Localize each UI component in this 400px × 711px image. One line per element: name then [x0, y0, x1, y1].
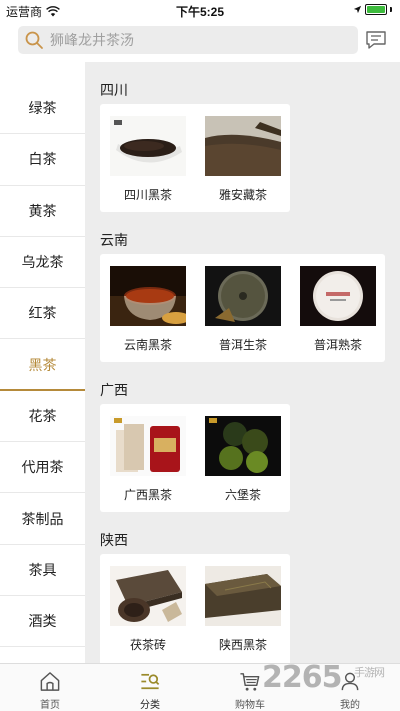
product-item[interactable]: 云南黑茶 — [110, 266, 186, 353]
section-title-guangxi: 广西 — [100, 382, 128, 398]
tab-label: 分类 — [140, 700, 160, 711]
product-item[interactable]: 六堡茶 — [205, 416, 281, 503]
product-panel: 四川 四川黑茶 雅安藏茶 云南 云南黑茶 普洱生茶 普洱熟茶 广西 广西黑茶 六… — [85, 62, 400, 663]
product-item[interactable]: 雅安藏茶 — [205, 116, 281, 203]
sidebar-item-dark-tea[interactable]: 黑茶 — [0, 339, 85, 392]
section-card-shaanxi: 茯茶砖 陕西黑茶 — [100, 554, 290, 663]
tab-label: 我的 — [340, 700, 360, 711]
section-title-yunnan: 云南 — [100, 232, 128, 248]
liubao-tea-image — [205, 416, 281, 476]
puer-cake-wrapped-image — [300, 266, 376, 326]
tab-label: 购物车 — [235, 700, 265, 711]
tea-brick-image — [110, 566, 186, 626]
search-bar[interactable] — [18, 26, 358, 54]
message-icon[interactable] — [365, 29, 387, 51]
product-item[interactable]: 陕西黑茶 — [205, 566, 281, 653]
battery-cap — [390, 7, 392, 12]
sidebar-item-substitute-tea[interactable]: 代用茶 — [0, 442, 85, 494]
section-title-sichuan: 四川 — [100, 82, 128, 98]
sidebar-item-flower-tea[interactable]: 花茶 — [0, 391, 85, 443]
product-item[interactable]: 茯茶砖 — [110, 566, 186, 653]
product-name: 雅安藏茶 — [218, 188, 267, 202]
sidebar-item-teaware[interactable]: 茶具 — [0, 545, 85, 596]
puer-cake-image — [205, 266, 281, 326]
product-item[interactable]: 普洱生茶 — [205, 266, 281, 353]
location-arrow-icon — [353, 5, 362, 14]
product-item[interactable]: 普洱熟茶 — [300, 266, 376, 353]
category-icon — [141, 673, 160, 690]
sidebar-item-green-tea[interactable]: 绿茶 — [0, 83, 85, 135]
product-name: 普洱熟茶 — [313, 338, 362, 352]
sidebar-item-oolong-tea[interactable]: 乌龙茶 — [0, 237, 85, 289]
product-item[interactable]: 四川黑茶 — [110, 116, 186, 203]
product-name: 六堡茶 — [224, 488, 261, 502]
watermark-text: 2265 — [262, 660, 342, 695]
status-time: 下午5:25 — [175, 5, 225, 19]
sidebar-item-white-tea[interactable]: 白茶 — [0, 134, 85, 186]
product-name: 陕西黑茶 — [218, 638, 267, 652]
status-bar: 运营商 下午5:25 — [0, 0, 400, 20]
section-card-sichuan: 四川黑茶 雅安藏茶 — [100, 104, 290, 212]
loose-tea-image — [205, 116, 281, 176]
cart-icon — [240, 673, 260, 691]
sidebar-item-black-tea[interactable]: 红茶 — [0, 288, 85, 340]
search-icon — [25, 31, 43, 49]
category-sidebar: 绿茶 白茶 黄茶 乌龙茶 红茶 黑茶 花茶 代用茶 茶制品 茶具 酒类 — [0, 83, 85, 663]
tab-label: 首页 — [40, 700, 60, 711]
section-card-guangxi: 广西黑茶 六堡茶 — [100, 404, 290, 512]
sidebar-item-tea-products[interactable]: 茶制品 — [0, 493, 85, 545]
product-name: 云南黑茶 — [123, 338, 172, 352]
tea-box-image — [110, 416, 186, 476]
product-name: 四川黑茶 — [123, 188, 172, 202]
sidebar-item-yellow-tea[interactable]: 黄茶 — [0, 186, 85, 237]
product-name: 广西黑茶 — [123, 488, 172, 502]
dark-tea-bowl-image — [110, 116, 186, 176]
section-card-yunnan: 云南黑茶 普洱生茶 普洱熟茶 — [100, 254, 385, 362]
status-right — [353, 4, 392, 15]
product-item[interactable]: 广西黑茶 — [110, 416, 186, 503]
tab-home[interactable]: 首页 — [0, 664, 100, 711]
product-name: 普洱生茶 — [218, 338, 267, 352]
product-name: 茯茶砖 — [129, 638, 166, 652]
sidebar-item-liquor[interactable]: 酒类 — [0, 596, 85, 648]
home-icon — [40, 672, 60, 691]
tea-block-image — [205, 566, 281, 626]
watermark-sub: 手游网 — [354, 666, 385, 679]
search-input[interactable] — [50, 32, 330, 48]
section-title-shaanxi: 陕西 — [100, 532, 128, 548]
site-watermark: 2265 手游网 — [262, 660, 385, 695]
tab-category[interactable]: 分类 — [100, 664, 200, 711]
tea-cup-image — [110, 266, 186, 326]
battery-icon — [365, 4, 387, 15]
